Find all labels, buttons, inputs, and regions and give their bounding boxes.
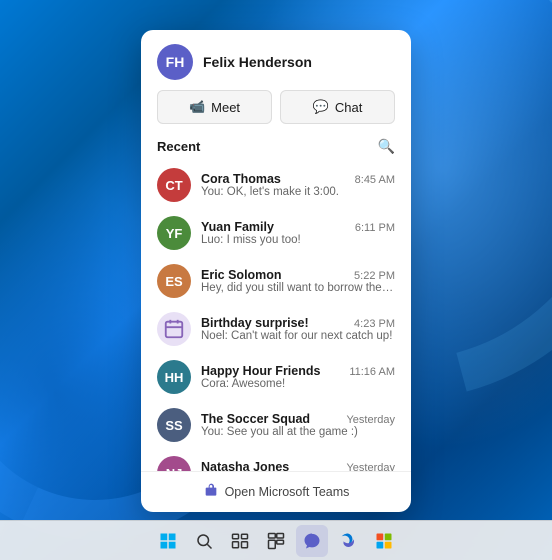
contact-time: 4:23 PM	[354, 318, 395, 330]
chat-label: Chat	[335, 100, 362, 115]
open-teams-button[interactable]: Open Microsoft Teams	[141, 471, 411, 512]
search-contacts-button[interactable]: 🔍	[378, 138, 395, 155]
contact-avatar: ES	[157, 264, 191, 298]
chat-icon: 💬	[313, 99, 329, 115]
meet-label: Meet	[211, 100, 240, 115]
contact-time: Yesterday	[346, 414, 395, 426]
contact-message: Hey, did you still want to borrow the no…	[201, 282, 395, 294]
user-name: Felix Henderson	[203, 54, 312, 70]
contact-item[interactable]: SS The Soccer Squad YesterdayYou: See you …	[141, 401, 411, 449]
contact-avatar	[157, 312, 191, 346]
contact-name: Birthday surprise!	[201, 316, 309, 330]
contact-message: You: See you all at the game :)	[201, 426, 395, 438]
contact-message: Cora: Awesome!	[201, 378, 395, 390]
panel-header: FH Felix Henderson	[141, 30, 411, 90]
contact-item[interactable]: YF Yuan Family 6:11 PMLuo: I miss you too!	[141, 209, 411, 257]
contact-avatar: NJ	[157, 456, 191, 471]
teams-icon	[203, 482, 219, 502]
contact-message: Noel: Can't wait for our next catch up!	[201, 330, 395, 342]
taskview-icon[interactable]	[224, 525, 256, 557]
start-icon[interactable]	[152, 525, 184, 557]
action-buttons: 📹 Meet 💬 Chat	[141, 90, 411, 136]
contact-avatar: SS	[157, 408, 191, 442]
contact-name: Yuan Family	[201, 220, 274, 234]
contact-time: Yesterday	[346, 462, 395, 471]
chat-button[interactable]: 💬 Chat	[280, 90, 395, 124]
contact-name: Cora Thomas	[201, 172, 281, 186]
contact-name: Happy Hour Friends	[201, 364, 320, 378]
contact-item[interactable]: HH Happy Hour Friends 11:16 AMCora: Awesom…	[141, 353, 411, 401]
contact-item[interactable]: NJNatasha JonesYesterdayYou: That's grea…	[141, 449, 411, 471]
contact-name: The Soccer Squad	[201, 412, 310, 426]
recent-section-header: Recent 🔍	[141, 136, 411, 161]
contact-time: 8:45 AM	[355, 174, 395, 186]
contact-time: 11:16 AM	[349, 366, 395, 378]
contact-time: 5:22 PM	[354, 270, 395, 282]
contact-avatar: YF	[157, 216, 191, 250]
contact-avatar: HH	[157, 360, 191, 394]
chat-taskbar-icon[interactable]	[296, 525, 328, 557]
widgets-icon[interactable]	[260, 525, 292, 557]
user-avatar: FH	[157, 44, 193, 80]
contact-item[interactable]: CT Cora Thomas 8:45 AMYou: OK, let's make …	[141, 161, 411, 209]
contact-name: Eric Solomon	[201, 268, 282, 282]
meet-button[interactable]: 📹 Meet	[157, 90, 272, 124]
contact-time: 6:11 PM	[355, 222, 395, 234]
contact-item[interactable]: Birthday surprise! 4:23 PMNoel: Can't wai…	[141, 305, 411, 353]
contact-item[interactable]: ES Eric Solomon 5:22 PMHey, did you still …	[141, 257, 411, 305]
taskbar	[0, 520, 552, 560]
contact-message: You: OK, let's make it 3:00.	[201, 186, 395, 198]
open-teams-label: Open Microsoft Teams	[225, 485, 350, 499]
chat-panel: FH Felix Henderson 📹 Meet 💬 Chat Recent …	[141, 30, 411, 512]
contact-avatar: CT	[157, 168, 191, 202]
contact-name: Natasha Jones	[201, 460, 289, 471]
recent-label: Recent	[157, 139, 200, 154]
contact-message: Luo: I miss you too!	[201, 234, 395, 246]
store-icon[interactable]	[368, 525, 400, 557]
search-taskbar-icon[interactable]	[188, 525, 220, 557]
edge-icon[interactable]	[332, 525, 364, 557]
video-icon: 📹	[189, 99, 205, 115]
contact-list: CT Cora Thomas 8:45 AMYou: OK, let's make …	[141, 161, 411, 471]
